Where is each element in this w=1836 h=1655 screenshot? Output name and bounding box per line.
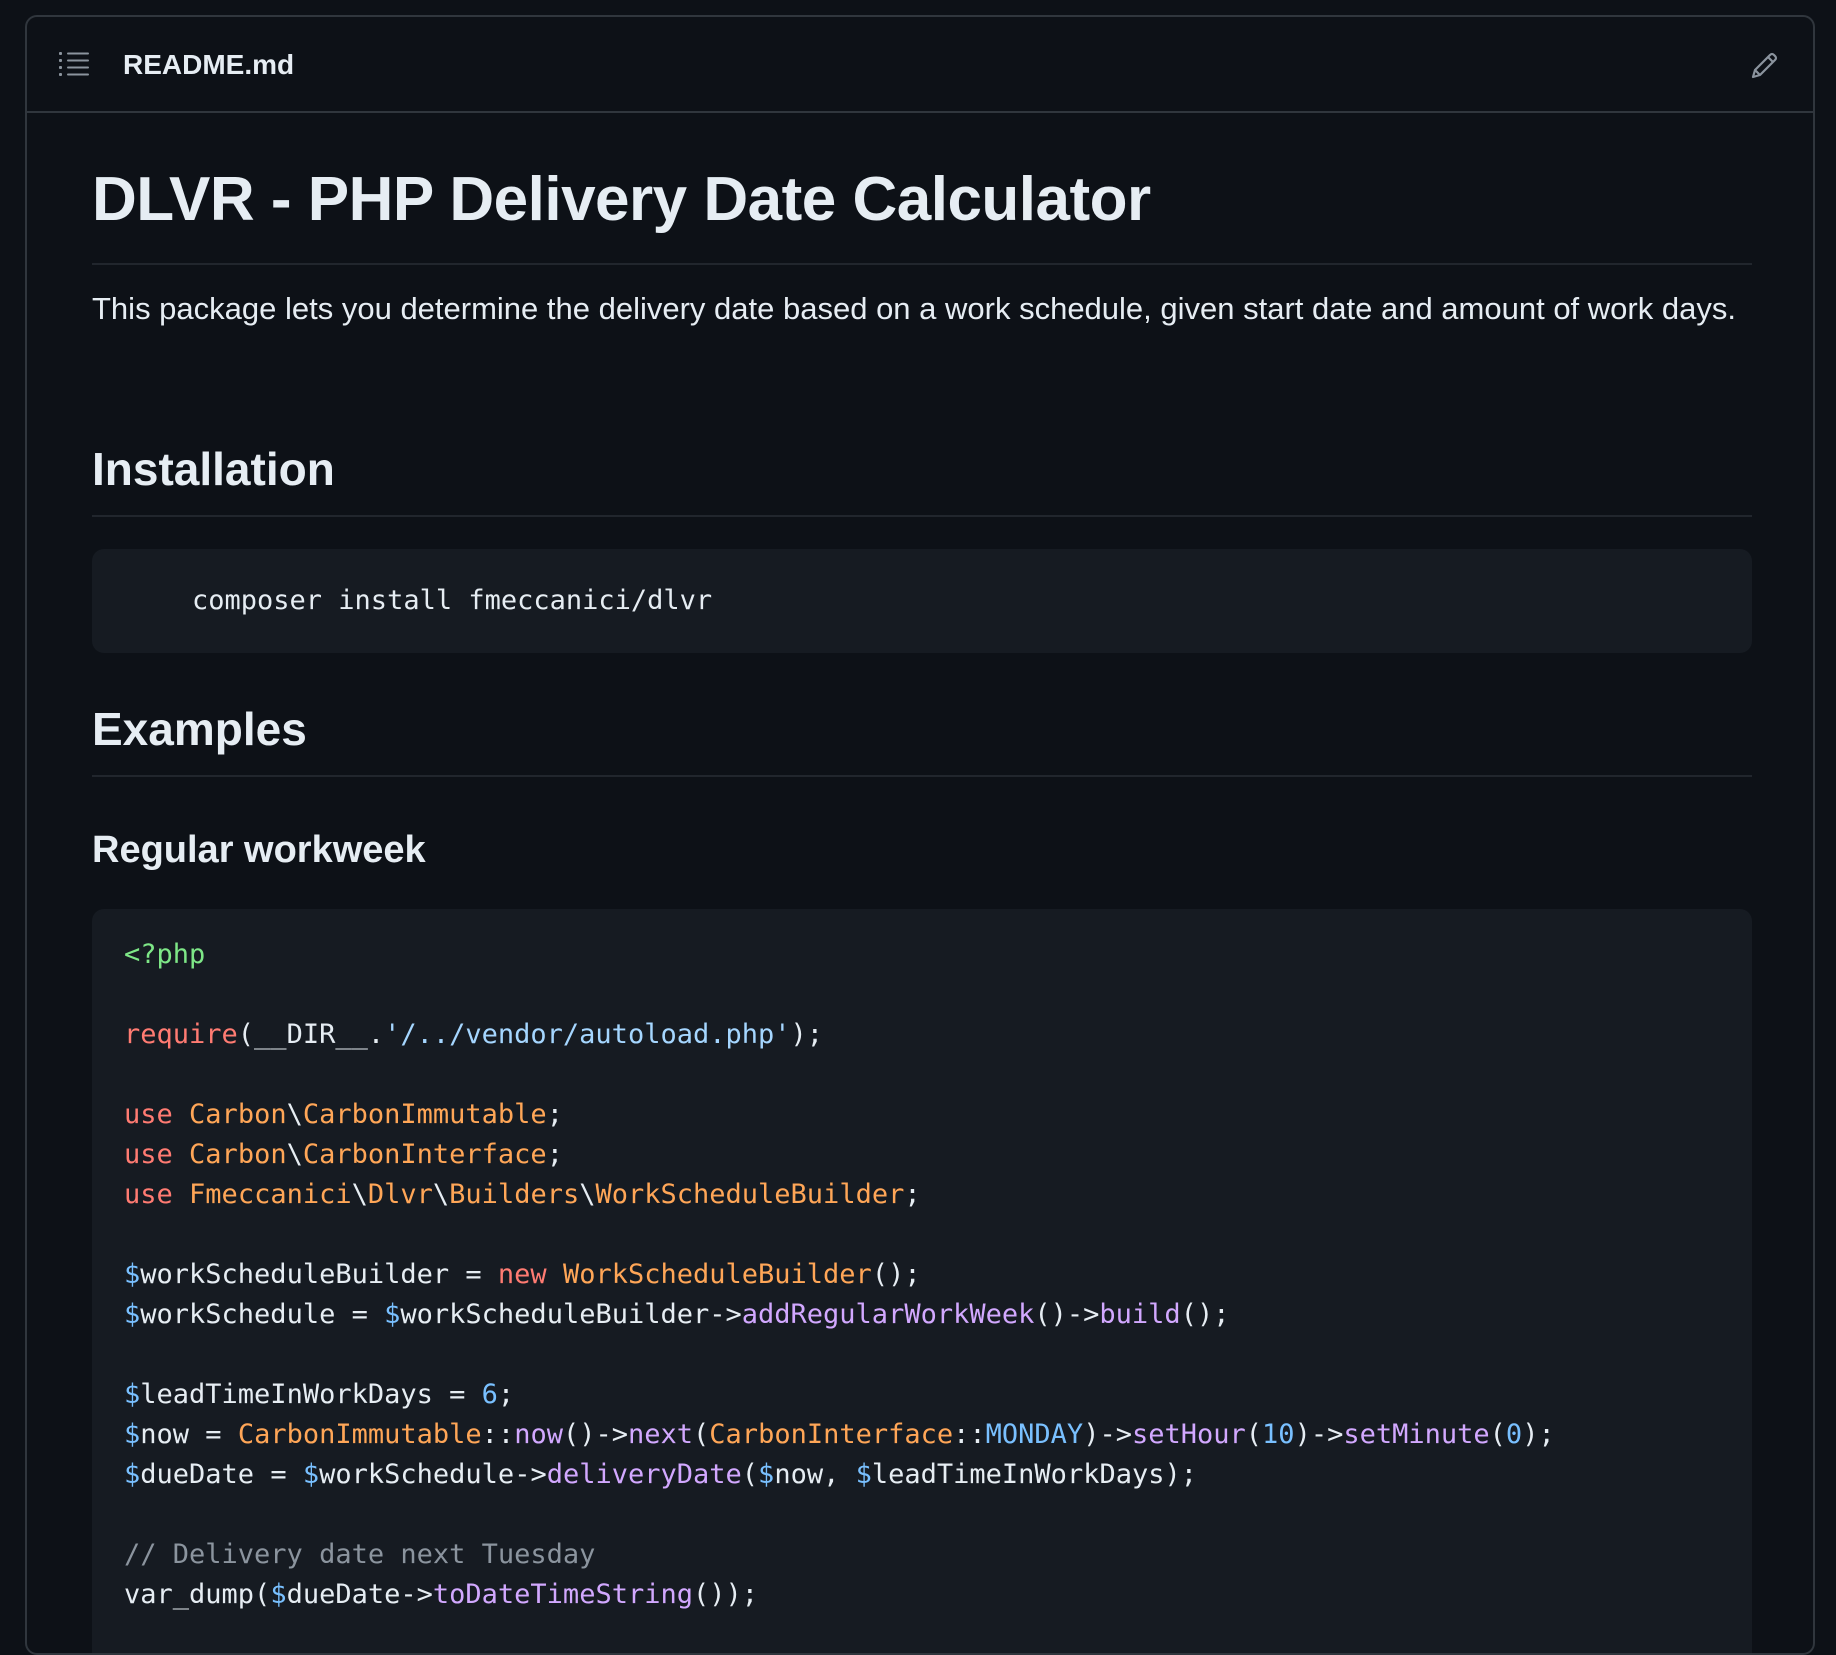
code-line: $workSchedule = $workScheduleBuilder->ad… xyxy=(124,1299,1230,1330)
installation-heading: Installation xyxy=(92,443,335,495)
install-command: composer install fmeccanici/dlvr xyxy=(192,585,713,616)
code-line: var_dump($dueDate->toDateTimeString()); xyxy=(124,1579,759,1610)
code-line: require(__DIR__.'/../vendor/autoload.php… xyxy=(124,1019,824,1050)
installation-divider xyxy=(92,515,1752,517)
page-title: DLVR - PHP Delivery Date Calculator xyxy=(92,165,1151,234)
regular-workweek-heading: Regular workweek xyxy=(92,829,426,871)
code-line: $dueDate = $workSchedule->deliveryDate($… xyxy=(124,1459,1197,1490)
readme-container: README.md DLVR - PHP Delivery Date Calcu… xyxy=(25,15,1815,1655)
code-line: use Carbon\CarbonImmutable; xyxy=(124,1099,563,1130)
code-line: $now = CarbonImmutable::now()->next(Carb… xyxy=(124,1419,1555,1450)
code-line: use Fmeccanici\Dlvr\Builders\WorkSchedul… xyxy=(124,1179,921,1210)
examples-heading: Examples xyxy=(92,703,307,755)
code-line: use Carbon\CarbonInterface; xyxy=(124,1139,563,1170)
list-unordered-icon[interactable] xyxy=(59,51,89,77)
install-code-block[interactable]: composer install fmeccanici/dlvr xyxy=(92,549,1752,653)
title-divider xyxy=(92,263,1752,265)
php-code-block[interactable]: <?php require(__DIR__.'/../vendor/autolo… xyxy=(92,909,1752,1653)
intro-paragraph: This package lets you determine the deli… xyxy=(92,291,1736,326)
code-line: // Delivery date next Tuesday xyxy=(124,1539,596,1570)
code-line: $leadTimeInWorkDays = 6; xyxy=(124,1379,515,1410)
pencil-icon[interactable] xyxy=(1749,51,1779,81)
readme-filename: README.md xyxy=(123,49,295,80)
examples-divider xyxy=(92,775,1752,777)
readme-header: README.md xyxy=(27,17,1813,113)
code-line: <?php xyxy=(124,939,206,970)
code-line: $workScheduleBuilder = new WorkScheduleB… xyxy=(124,1259,921,1290)
